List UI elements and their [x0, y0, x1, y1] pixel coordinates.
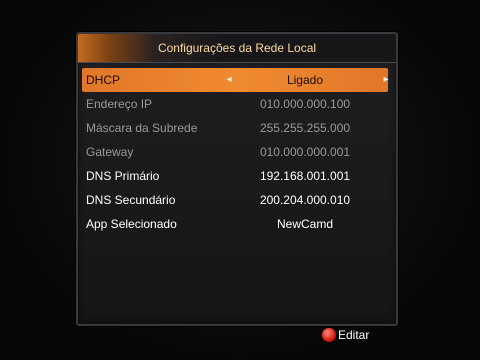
setting-value: 010.000.000.100: [259, 97, 351, 111]
setting-row-subnet-mask[interactable]: Máscara da Subrede 255.255.255.000: [82, 116, 388, 140]
network-settings-dialog: Configurações da Rede Local DHCP ◂ Ligad…: [76, 32, 398, 326]
setting-value: 192.168.001.001: [259, 169, 351, 183]
setting-label: App Selecionado: [86, 217, 177, 231]
right-arrow-icon[interactable]: ▸: [382, 68, 390, 92]
setting-value: 255.255.255.000: [259, 121, 351, 135]
setting-row-secondary-dns[interactable]: DNS Secundário 200.204.000.010: [82, 188, 388, 212]
setting-value: NewCamd: [276, 217, 333, 231]
setting-label: DNS Secundário: [86, 193, 176, 207]
edit-hint[interactable]: Editar: [322, 326, 369, 344]
red-key-icon: [322, 328, 336, 342]
setting-value: Ligado: [286, 73, 324, 87]
setting-row-gateway[interactable]: Gateway 010.000.000.001: [82, 140, 388, 164]
setting-label: Máscara da Subrede: [86, 121, 198, 135]
setting-label: Endereço IP: [86, 97, 153, 111]
dialog-title: Configurações da Rede Local: [157, 41, 317, 55]
setting-label: DHCP: [86, 73, 121, 87]
setting-value: 010.000.000.001: [259, 145, 351, 159]
edit-label: Editar: [338, 328, 370, 342]
setting-value: 200.204.000.010: [259, 193, 351, 207]
setting-row-selected-app[interactable]: App Selecionado NewCamd: [82, 212, 388, 236]
setting-label: Gateway: [86, 145, 134, 159]
setting-row-primary-dns[interactable]: DNS Primário 192.168.001.001: [82, 164, 388, 188]
dialog-title-bar: Configurações da Rede Local: [78, 34, 396, 63]
setting-label: DNS Primário: [86, 169, 160, 183]
setting-row-ip-address[interactable]: Endereço IP 010.000.000.100: [82, 92, 388, 116]
setting-row-dhcp[interactable]: DHCP ◂ Ligado ▸: [82, 68, 390, 92]
settings-list: DHCP ◂ Ligado ▸ Endereço IP 010.000.000.…: [82, 68, 390, 236]
